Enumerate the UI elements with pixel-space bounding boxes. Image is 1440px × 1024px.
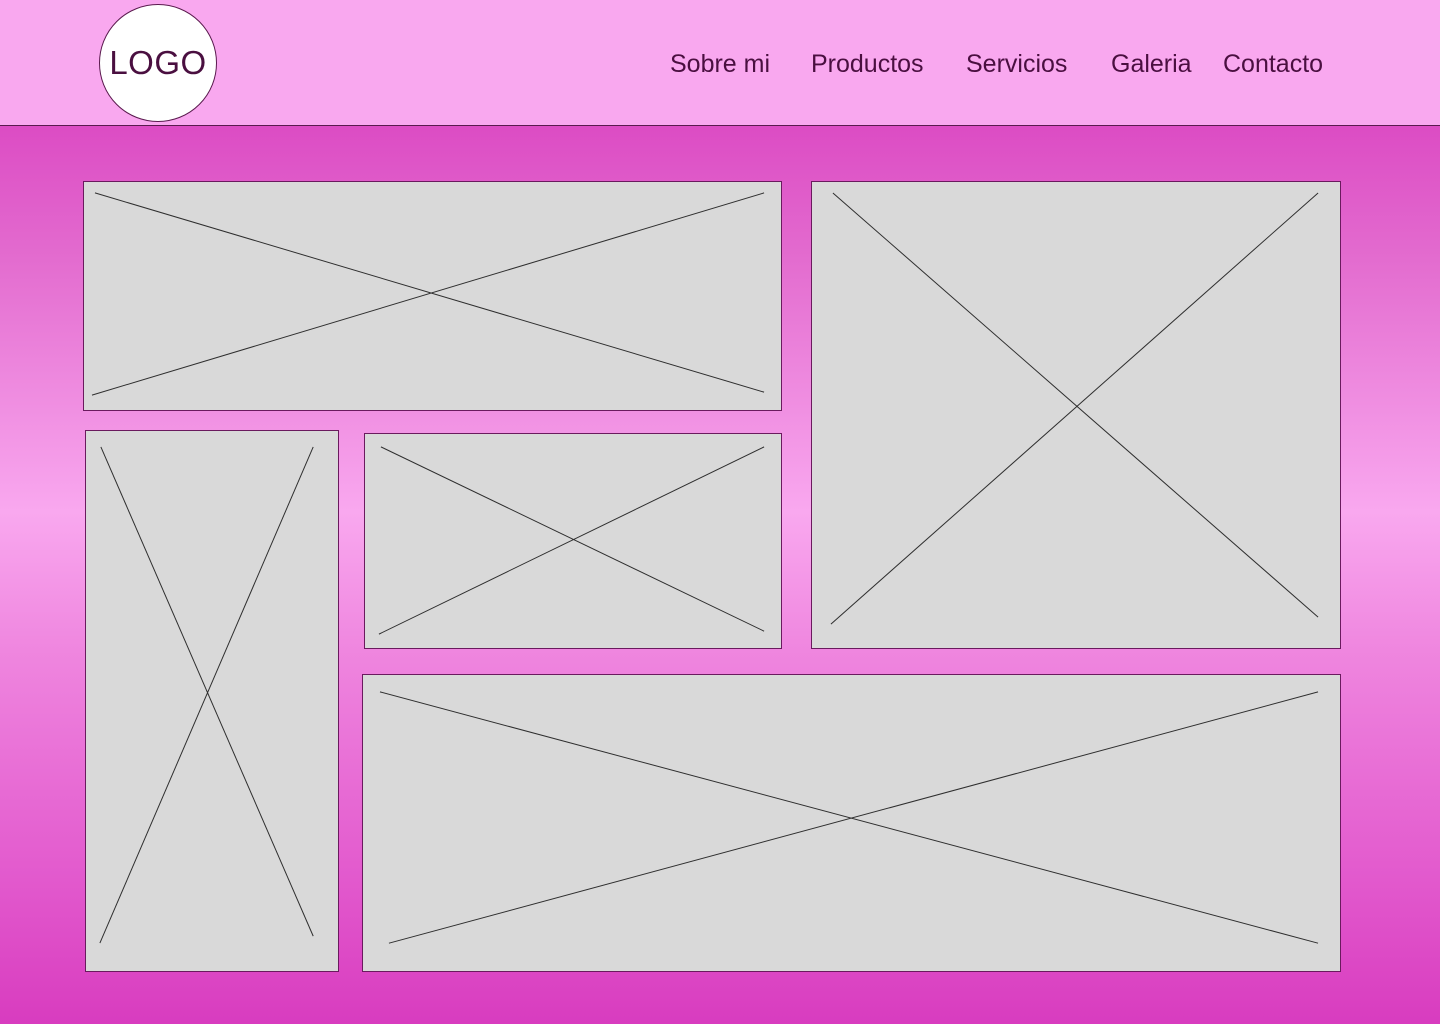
logo[interactable]: LOGO	[99, 4, 217, 122]
nav-link-productos[interactable]: Productos	[811, 48, 924, 80]
site-header: LOGO Sobre mi Productos Servicios Galeri…	[0, 0, 1440, 126]
image-placeholder-icon	[378, 446, 765, 635]
image-placeholder-icon	[99, 446, 314, 944]
image-placeholder-middle[interactable]	[364, 433, 782, 649]
image-placeholder-icon	[91, 192, 765, 396]
nav-link-contacto[interactable]: Contacto	[1223, 48, 1323, 80]
image-placeholder-bottom[interactable]	[362, 674, 1341, 972]
image-placeholder-left-tall[interactable]	[85, 430, 339, 972]
image-placeholder-right[interactable]	[811, 181, 1341, 649]
nav-link-sobre-mi[interactable]: Sobre mi	[670, 48, 770, 80]
image-placeholder-icon	[830, 192, 1319, 625]
image-placeholder-icon	[379, 691, 1319, 944]
nav-link-galeria[interactable]: Galeria	[1111, 48, 1192, 80]
nav-link-servicios[interactable]: Servicios	[966, 48, 1067, 80]
image-placeholder-top-left[interactable]	[83, 181, 782, 411]
